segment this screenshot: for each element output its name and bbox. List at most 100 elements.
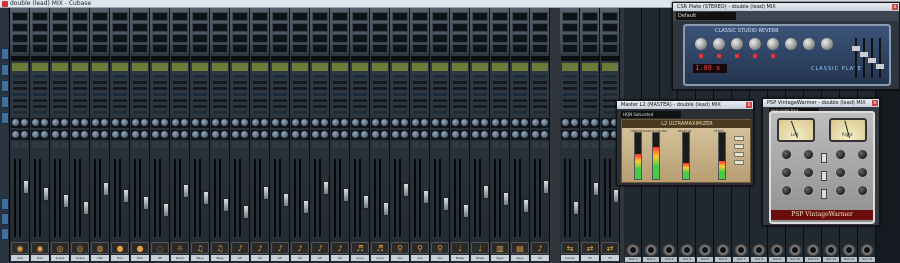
mute-button[interactable] (521, 142, 528, 148)
send-slot[interactable] (452, 98, 468, 103)
channel-name-field[interactable] (171, 56, 189, 61)
channel-name-field[interactable] (581, 56, 599, 61)
send-knob[interactable] (602, 131, 609, 138)
insert-slot[interactable] (272, 44, 288, 53)
pan-knob[interactable] (312, 119, 319, 126)
insert-slot[interactable] (472, 44, 488, 53)
gain-knob[interactable] (441, 119, 448, 126)
send-slot[interactable] (472, 74, 488, 79)
acoustic-guitar-icon[interactable]: ♬ (371, 242, 389, 254)
eq-curve-display[interactable] (292, 63, 308, 71)
microphone-icon[interactable]: ⚲ (431, 242, 449, 254)
speaker-icon[interactable] (734, 244, 748, 256)
eq-curve-display[interactable] (392, 63, 408, 71)
drumkit-icon[interactable]: ☼ (171, 242, 189, 254)
channel-name-field[interactable] (451, 56, 469, 61)
pan-knob[interactable] (292, 119, 299, 126)
pan-knob[interactable] (372, 119, 379, 126)
channel-name-field[interactable] (31, 56, 49, 61)
send-knob[interactable] (212, 131, 219, 138)
speaker-icon[interactable] (626, 244, 640, 256)
send-slot[interactable] (72, 104, 88, 109)
gain-knob[interactable] (81, 119, 88, 126)
send-slot[interactable] (512, 104, 528, 109)
piano-icon[interactable]: ▥ (491, 242, 509, 254)
send-knob[interactable] (261, 131, 268, 138)
send-slot[interactable] (72, 80, 88, 85)
send-slot[interactable] (312, 80, 328, 85)
insert-slot[interactable] (132, 12, 148, 21)
send-slot[interactable] (532, 104, 548, 109)
pan-knob[interactable] (252, 119, 259, 126)
insert-slot[interactable] (112, 23, 128, 32)
record-button[interactable] (332, 142, 339, 148)
send-slot[interactable] (172, 110, 188, 115)
send-slot[interactable] (52, 110, 68, 115)
channel-name-field[interactable] (311, 56, 329, 61)
send-slot[interactable] (152, 86, 168, 91)
eq-curve-display[interactable] (112, 63, 128, 71)
send-slot[interactable] (332, 98, 348, 103)
send-slot[interactable] (562, 92, 578, 97)
send-slot[interactable] (12, 92, 28, 97)
send-knob[interactable] (341, 131, 348, 138)
insert-slot[interactable] (372, 12, 388, 21)
send-slot[interactable] (172, 98, 188, 103)
send-slot[interactable] (272, 74, 288, 79)
send-slot[interactable] (12, 98, 28, 103)
eq-curve-display[interactable] (12, 63, 28, 71)
insert-slot[interactable] (582, 12, 598, 21)
send-slot[interactable] (292, 80, 308, 85)
send-slot[interactable] (582, 104, 598, 109)
volume-fader[interactable] (573, 201, 579, 215)
pan-knob[interactable] (602, 119, 609, 126)
channel-name-field[interactable] (91, 56, 109, 61)
send-knob[interactable] (312, 131, 319, 138)
track-label[interactable]: Gtr (311, 255, 329, 261)
mix-slider-track[interactable] (876, 38, 884, 78)
send-slot[interactable] (512, 74, 528, 79)
send-slot[interactable] (32, 80, 48, 85)
insert-slot[interactable] (172, 23, 188, 32)
record-button[interactable] (212, 142, 219, 148)
gain-knob[interactable] (141, 119, 148, 126)
volume-fader[interactable] (243, 205, 249, 219)
send-knob[interactable] (192, 131, 199, 138)
eq-curve-display[interactable] (272, 63, 288, 71)
send-slot[interactable] (192, 104, 208, 109)
pan-knob[interactable] (412, 119, 419, 126)
mix-slider-handle[interactable] (868, 58, 876, 63)
send-slot[interactable] (412, 104, 428, 109)
send-slot[interactable] (512, 80, 528, 85)
send-slot[interactable] (132, 86, 148, 91)
send-slot[interactable] (492, 104, 508, 109)
send-knob[interactable] (452, 131, 459, 138)
send-slot[interactable] (312, 86, 328, 91)
send-slot[interactable] (582, 92, 598, 97)
send-slot[interactable] (562, 86, 578, 91)
left-panel-button[interactable] (1, 64, 9, 76)
send-knob[interactable] (61, 131, 68, 138)
pan-knob[interactable] (212, 119, 219, 126)
insert-slot[interactable] (52, 34, 68, 43)
send-knob[interactable] (172, 131, 179, 138)
left-panel-button[interactable] (1, 112, 9, 124)
send-slot[interactable] (532, 80, 548, 85)
guitar-icon[interactable]: ♪ (231, 242, 249, 254)
record-button[interactable] (52, 142, 59, 148)
volume-fader[interactable] (143, 196, 149, 210)
track-label[interactable]: Bass (191, 255, 209, 261)
gain-knob[interactable] (221, 119, 228, 126)
insert-slot[interactable] (332, 23, 348, 32)
eq-curve-display[interactable] (532, 63, 548, 71)
send-slot[interactable] (432, 86, 448, 91)
send-slot[interactable] (232, 104, 248, 109)
send-slot[interactable] (602, 74, 618, 79)
insert-slot[interactable] (582, 23, 598, 32)
insert-slot[interactable] (172, 44, 188, 53)
insert-slot[interactable] (52, 44, 68, 53)
send-knob[interactable] (272, 131, 279, 138)
speaker-icon[interactable] (680, 244, 694, 256)
send-slot[interactable] (72, 86, 88, 91)
send-slot[interactable] (392, 104, 408, 109)
